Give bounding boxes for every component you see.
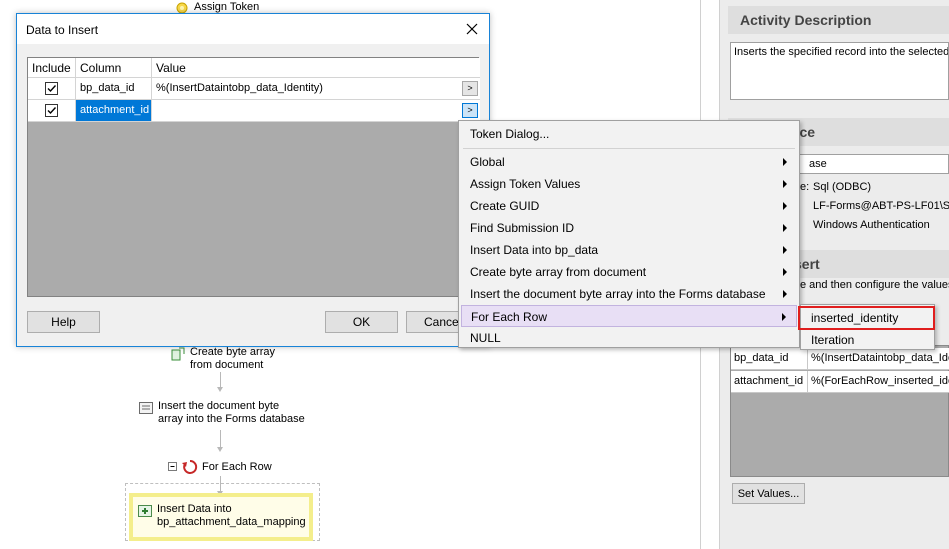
menu-item-label: Create GUID <box>470 199 540 213</box>
workflow-step-label: Assign Token <box>194 1 260 13</box>
dialog-title: Data to Insert <box>26 23 99 37</box>
data-grid[interactable]: Include Column Value bp_data_id %(Insert… <box>27 57 480 297</box>
token-icon <box>174 0 190 14</box>
menu-item-token-dialog[interactable]: Token Dialog... <box>461 123 797 145</box>
table-row[interactable]: attachment_id %(ForEachRow_inserted_iden <box>731 371 949 393</box>
submenu-item-iteration[interactable]: Iteration <box>803 330 932 350</box>
menu-item-label: Find Submission ID <box>470 221 575 235</box>
menu-item-insert-doc-byte-array[interactable]: Insert the document byte array into the … <box>461 283 797 305</box>
menu-item-insert-data-bp-data[interactable]: Insert Data into bp_data <box>461 239 797 261</box>
submenu-arrow-icon <box>782 313 786 321</box>
activity-description-header[interactable]: Activity Description <box>728 6 949 34</box>
workflow-step-assign-token[interactable]: Assign Token <box>174 0 259 14</box>
submenu-arrow-icon <box>783 268 787 276</box>
submenu-arrow-icon <box>783 290 787 298</box>
workflow-step-label: Insert the document byte array into the … <box>158 400 305 425</box>
workflow-step-label: For Each Row <box>202 461 272 473</box>
token-context-menu: Token Dialog... Global Assign Token Valu… <box>458 120 800 348</box>
help-button[interactable]: Help <box>27 311 100 333</box>
include-checkbox[interactable] <box>45 82 58 95</box>
menu-item-label: Insert the document byte array into the … <box>470 287 766 301</box>
column-header-value[interactable]: Value <box>152 58 480 78</box>
workflow-step-label: Insert Data into bp_attachment_data_mapp… <box>157 503 306 528</box>
type-value: Sql (ODBC) <box>813 181 872 193</box>
for-each-row-submenu: inserted_identity Iteration <box>798 304 935 350</box>
close-icon <box>466 23 478 35</box>
submenu-arrow-icon <box>783 158 787 166</box>
type-label: e: <box>800 181 810 193</box>
menu-item-label: Insert Data into bp_data <box>470 243 599 257</box>
table-row[interactable]: attachment_id > <box>28 100 480 122</box>
include-cell[interactable] <box>28 78 76 100</box>
annotation-highlight-box <box>798 306 935 330</box>
loop-icon <box>182 459 198 475</box>
menu-item-find-submission-id[interactable]: Find Submission ID <box>461 217 797 239</box>
column-header-column[interactable]: Column <box>76 58 152 78</box>
close-button[interactable] <box>459 18 485 40</box>
submenu-arrow-icon <box>783 180 787 188</box>
menu-item-label: NULL <box>470 331 501 345</box>
include-cell[interactable] <box>28 100 76 122</box>
menu-item-for-each-row[interactable]: For Each Row <box>461 305 797 327</box>
check-icon <box>47 107 57 115</box>
menu-item-null[interactable]: NULL <box>461 327 797 349</box>
menu-item-label: Assign Token Values <box>470 177 581 191</box>
insert-row-column: bp_data_id <box>734 352 789 364</box>
insert-data-icon <box>137 503 153 519</box>
submenu-arrow-icon <box>783 246 787 254</box>
flow-arrow <box>217 430 223 452</box>
workflow-step-insert-doc-byte-array[interactable]: Insert the document byte array into the … <box>138 400 305 426</box>
menu-item-label: Token Dialog... <box>470 127 550 141</box>
workflow-step-for-each-row[interactable]: For Each Row <box>168 459 272 475</box>
table-row[interactable]: bp_data_id %(InsertDataintobp_data_Iden <box>731 348 949 370</box>
insert-row-value: %(InsertDataintobp_data_Iden <box>811 352 949 364</box>
ok-button[interactable]: OK <box>325 311 398 333</box>
menu-item-label: Global <box>470 155 505 169</box>
check-icon <box>47 85 57 93</box>
data-to-insert-dialog: Data to Insert Include Column Value bp_d… <box>16 13 490 347</box>
value-text: %(InsertDataintobp_data_Identity) <box>156 82 323 94</box>
menu-item-create-byte-array[interactable]: Create byte array from document <box>461 261 797 283</box>
auth-value: Windows Authentication <box>813 219 930 231</box>
insert-row-value: %(ForEachRow_inserted_iden <box>811 375 949 387</box>
submenu-arrow-icon <box>783 224 787 232</box>
server-value: LF-Forms@ABT-PS-LF01\SQ <box>813 200 949 212</box>
menu-item-label: Create byte array from document <box>470 265 647 279</box>
source-field-value: ase <box>809 158 827 170</box>
menu-item-create-guid[interactable]: Create GUID <box>461 195 797 217</box>
activity-description-text[interactable]: Inserts the specified record into the se… <box>730 42 949 100</box>
token-picker-button[interactable]: > <box>462 81 478 96</box>
workflow-step-insert-mapping[interactable]: Insert Data into bp_attachment_data_mapp… <box>129 493 313 541</box>
menu-separator <box>463 148 795 149</box>
set-values-button[interactable]: Set Values... <box>732 483 805 504</box>
table-row[interactable]: bp_data_id %(InsertDataintobp_data_Ident… <box>28 78 480 100</box>
include-checkbox[interactable] <box>45 104 58 117</box>
submenu-arrow-icon <box>783 202 787 210</box>
dialog-titlebar[interactable]: Data to Insert <box>17 14 489 44</box>
column-name-cell: attachment_id <box>76 100 152 122</box>
insert-values-grid[interactable]: bp_data_id %(InsertDataintobp_data_Iden … <box>730 345 949 477</box>
menu-item-global[interactable]: Global <box>461 151 797 173</box>
column-name-cell: bp_data_id <box>76 78 152 100</box>
workflow-step-label: Create byte array from document <box>190 346 275 371</box>
column-header-include[interactable]: Include <box>28 58 76 78</box>
token-picker-button[interactable]: > <box>462 103 478 118</box>
byte-array-icon <box>170 346 186 362</box>
value-cell[interactable]: %(InsertDataintobp_data_Identity) > <box>152 78 480 100</box>
value-input[interactable]: > <box>152 100 480 122</box>
insert-hint-text: e and then configure the values <box>800 279 949 291</box>
flow-arrow <box>217 372 223 392</box>
menu-item-label: For Each Row <box>471 310 548 324</box>
database-insert-icon <box>138 400 154 416</box>
workflow-step-create-byte-array[interactable]: Create byte array from document <box>170 346 275 372</box>
menu-item-assign-token-values[interactable]: Assign Token Values <box>461 173 797 195</box>
insert-row-column: attachment_id <box>734 375 804 387</box>
collapse-toggle-icon[interactable] <box>168 459 178 475</box>
